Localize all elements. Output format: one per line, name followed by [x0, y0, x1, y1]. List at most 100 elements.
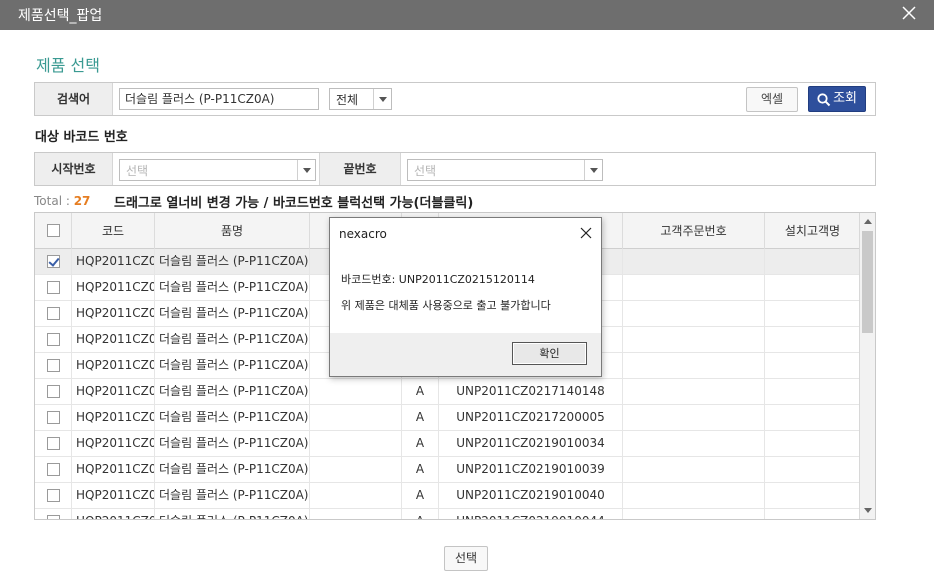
cell-code: HQP2011CZ0 — [72, 327, 155, 352]
table-row[interactable]: HQP2011CZ0더슬림 플러스 (P-P11CZ0A) AUNP2011CZ0… — [35, 457, 860, 483]
scroll-thumb[interactable] — [862, 231, 873, 333]
row-checkbox[interactable] — [47, 333, 60, 346]
cell-empty — [623, 249, 765, 274]
start-number-select[interactable]: 선택 — [119, 159, 316, 181]
cell-empty — [310, 379, 402, 404]
cell-empty — [765, 483, 860, 508]
select-all-checkbox[interactable] — [47, 224, 60, 237]
row-checkbox[interactable] — [47, 385, 60, 398]
total-count: Total : 27 — [34, 194, 90, 208]
table-row[interactable]: HQP2011CZ0더슬림 플러스 (P-P11CZ0A) AUNP2011CZ0… — [35, 431, 860, 457]
cell-barcode: UNP2011CZ0219010039 — [439, 457, 623, 482]
header-order-number[interactable]: 고객주문번호 — [623, 213, 765, 249]
cell-barcode: UNP2011CZ0217140148 — [439, 379, 623, 404]
table-row[interactable]: HQP2011CZ0더슬림 플러스 (P-P11CZ0A) AUNP2011CZ0… — [35, 379, 860, 405]
row-checkbox-cell — [35, 301, 72, 326]
row-checkbox[interactable] — [47, 489, 60, 502]
cell-empty — [310, 457, 402, 482]
cell-name: 더슬림 플러스 (P-P11CZ0A) — [155, 483, 310, 508]
header-code[interactable]: 코드 — [72, 213, 155, 249]
dialog-footer: 확인 — [330, 333, 601, 376]
cell-name: 더슬림 플러스 (P-P11CZ0A) — [155, 353, 310, 378]
cell-name: 더슬림 플러스 (P-P11CZ0A) — [155, 405, 310, 430]
row-checkbox-cell — [35, 457, 72, 482]
cell-empty — [623, 353, 765, 378]
cell-code: HQP2011CZ0 — [72, 405, 155, 430]
cell-empty — [623, 509, 765, 519]
cell-grade: A — [402, 509, 439, 519]
cell-empty — [310, 431, 402, 456]
cell-empty — [623, 483, 765, 508]
ok-button[interactable]: 확인 — [512, 342, 587, 365]
section-title: 제품 선택 — [36, 56, 100, 75]
search-scope-select[interactable]: 전체 — [329, 88, 392, 110]
search-button[interactable]: 조회 — [808, 86, 866, 112]
total-number: 27 — [73, 194, 91, 208]
cell-empty — [623, 457, 765, 482]
cell-grade: A — [402, 405, 439, 430]
cell-empty — [765, 327, 860, 352]
end-number-select[interactable]: 선택 — [407, 159, 603, 181]
end-number-label: 끝번호 — [319, 153, 401, 185]
scroll-down-icon[interactable] — [864, 508, 872, 513]
row-checkbox[interactable] — [47, 255, 60, 268]
chevron-down-icon — [584, 160, 602, 180]
cell-empty — [623, 405, 765, 430]
cell-code: HQP2011CZ0 — [72, 353, 155, 378]
cell-name: 더슬림 플러스 (P-P11CZ0A) — [155, 431, 310, 456]
close-icon[interactable] — [902, 6, 916, 20]
row-checkbox[interactable] — [47, 515, 60, 519]
cell-name: 더슬림 플러스 (P-P11CZ0A) — [155, 301, 310, 326]
cell-empty — [765, 249, 860, 274]
grid-scrollbar[interactable] — [859, 213, 875, 519]
cell-empty — [765, 457, 860, 482]
cell-name: 더슬림 플러스 (P-P11CZ0A) — [155, 249, 310, 274]
row-checkbox[interactable] — [47, 281, 60, 294]
row-checkbox-cell — [35, 379, 72, 404]
table-row[interactable]: HQP2011CZ0더슬림 플러스 (P-P11CZ0A) AUNP2011CZ0… — [35, 509, 860, 519]
row-checkbox-cell — [35, 353, 72, 378]
search-scope-value: 전체 — [336, 93, 359, 107]
cell-empty — [765, 353, 860, 378]
cell-code: HQP2011CZ0 — [72, 275, 155, 300]
cell-empty — [765, 405, 860, 430]
cell-name: 더슬림 플러스 (P-P11CZ0A) — [155, 327, 310, 352]
cell-empty — [310, 509, 402, 519]
header-customer-name[interactable]: 설치고객명 — [765, 213, 860, 249]
table-row[interactable]: HQP2011CZ0더슬림 플러스 (P-P11CZ0A) AUNP2011CZ0… — [35, 483, 860, 509]
cell-empty — [765, 509, 860, 519]
scroll-up-icon[interactable] — [864, 219, 872, 224]
cell-name: 더슬림 플러스 (P-P11CZ0A) — [155, 457, 310, 482]
row-checkbox[interactable] — [47, 463, 60, 476]
header-checkbox-cell — [35, 213, 72, 249]
cell-code: HQP2011CZ0 — [72, 249, 155, 274]
row-checkbox-cell — [35, 275, 72, 300]
header-name[interactable]: 품명 — [155, 213, 310, 249]
end-number-placeholder: 선택 — [414, 164, 437, 178]
table-row[interactable]: HQP2011CZ0더슬림 플러스 (P-P11CZ0A) AUNP2011CZ0… — [35, 405, 860, 431]
dialog-message-barcode: 바코드번호: UNP2011CZ0215120114 — [341, 273, 535, 286]
select-button[interactable]: 선택 — [444, 546, 488, 571]
cell-empty — [623, 275, 765, 300]
cell-grade: A — [402, 431, 439, 456]
row-checkbox-cell — [35, 509, 72, 519]
window-title: 제품선택_팝업 — [18, 8, 103, 24]
row-checkbox[interactable] — [47, 437, 60, 450]
row-checkbox-cell — [35, 431, 72, 456]
search-input[interactable]: 더슬림 플러스 (P-P11CZ0A) — [119, 88, 319, 110]
row-checkbox[interactable] — [47, 411, 60, 424]
row-checkbox-cell — [35, 249, 72, 274]
cell-code: HQP2011CZ0 — [72, 457, 155, 482]
cell-name: 더슬림 플러스 (P-P11CZ0A) — [155, 379, 310, 404]
cell-code: HQP2011CZ0 — [72, 431, 155, 456]
close-icon[interactable] — [580, 227, 592, 239]
grid-hint: 드래그로 열너비 변경 가능 / 바코드번호 블럭선택 가능(더블클릭) — [114, 196, 474, 211]
row-checkbox[interactable] — [47, 359, 60, 372]
cell-code: HQP2011CZ0 — [72, 379, 155, 404]
cell-name: 더슬림 플러스 (P-P11CZ0A) — [155, 275, 310, 300]
cell-grade: A — [402, 379, 439, 404]
row-checkbox[interactable] — [47, 307, 60, 320]
excel-button[interactable]: 엑셀 — [746, 87, 798, 112]
cell-empty — [310, 405, 402, 430]
start-number-label: 시작번호 — [35, 153, 113, 185]
